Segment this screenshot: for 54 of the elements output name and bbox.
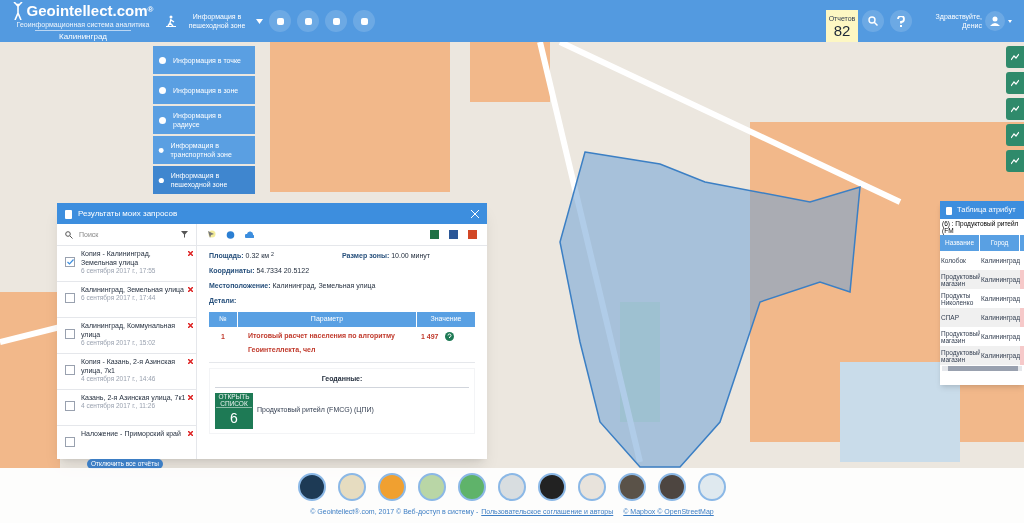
reports-count: 82 (833, 22, 851, 38)
chart-icon (1011, 53, 1019, 61)
delete-icon[interactable] (188, 323, 193, 328)
basemap-thumbnail[interactable] (698, 473, 726, 501)
checkbox[interactable] (65, 365, 75, 375)
basemap-thumbnail[interactable] (338, 473, 366, 501)
basemap-thumbnail[interactable] (578, 473, 606, 501)
user-avatar[interactable] (985, 11, 1005, 31)
delete-icon[interactable] (188, 431, 193, 436)
search-button[interactable] (862, 10, 884, 32)
caret-icon[interactable] (1008, 19, 1012, 23)
filter-icon[interactable] (181, 231, 188, 238)
checkbox[interactable] (65, 437, 75, 447)
basemap-thumbnail[interactable] (658, 473, 686, 501)
question-icon (897, 15, 905, 27)
chart-icon (1011, 157, 1019, 165)
chart-icon (1011, 105, 1019, 113)
chart-icon (1011, 79, 1019, 87)
dialog-title: Результаты моих запросов (78, 207, 178, 220)
delete-icon[interactable] (188, 287, 193, 292)
basemap-thumbnail[interactable] (618, 473, 646, 501)
help-button[interactable] (890, 10, 912, 32)
checkbox[interactable] (65, 257, 75, 267)
logo-text[interactable]: Geointellect.com$^{®}$ (26, 3, 154, 18)
clipboard-icon (65, 208, 72, 219)
checkbox[interactable] (65, 329, 75, 339)
basemap-thumbnail[interactable] (298, 473, 326, 501)
basemap-thumbnail[interactable] (458, 473, 486, 501)
basemap-thumbnail[interactable] (498, 473, 526, 501)
search-icon (868, 16, 878, 26)
cursor-icon[interactable] (207, 230, 216, 239)
basemap-thumbnail[interactable] (538, 473, 566, 501)
city-label[interactable]: Калининград (34, 29, 131, 41)
horizontal-scrollbar[interactable] (942, 366, 1022, 371)
basemap-thumbnail[interactable] (378, 473, 406, 501)
basemap-thumbnail[interactable] (418, 473, 446, 501)
help-icon[interactable] (444, 332, 454, 341)
chart-icon (1011, 131, 1019, 139)
user-icon (990, 16, 1000, 26)
search-icon (65, 230, 73, 239)
close-icon[interactable] (471, 209, 479, 218)
checkbox[interactable] (65, 293, 75, 303)
person-icon (12, 1, 23, 20)
delete-icon[interactable] (188, 359, 193, 364)
side-tool-button[interactable] (1006, 98, 1024, 120)
caret-icon[interactable] (256, 18, 263, 24)
delete-icon[interactable] (188, 251, 193, 256)
side-tool-button[interactable] (1006, 72, 1024, 94)
clipboard-icon (946, 205, 952, 215)
checkbox[interactable] (65, 401, 75, 411)
side-tool-button[interactable] (1006, 150, 1024, 172)
side-tool-button[interactable] (1006, 46, 1024, 68)
side-tool-button[interactable] (1006, 124, 1024, 146)
delete-icon[interactable] (188, 395, 193, 400)
